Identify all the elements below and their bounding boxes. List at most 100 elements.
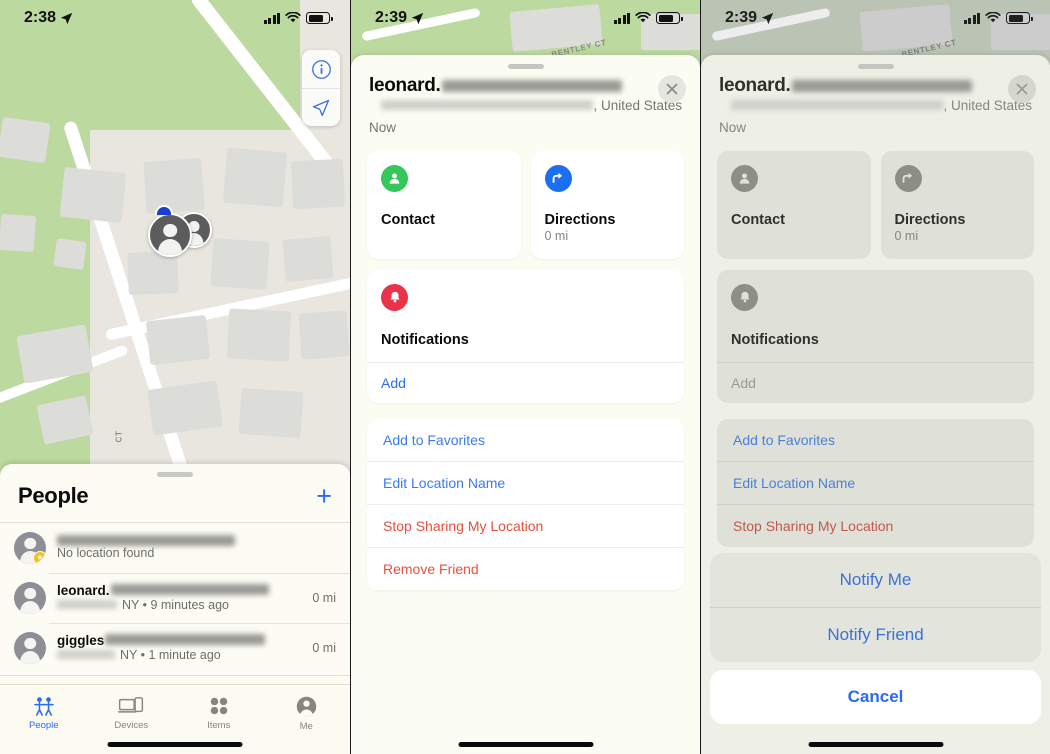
tab-label: Devices — [114, 720, 149, 731]
action-stop-sharing-my-location[interactable]: Stop Sharing My Location — [367, 503, 684, 547]
detail-address: , United States — [369, 98, 682, 113]
notifications-add-button[interactable]: Add — [367, 361, 684, 403]
three-panel-screenshot: CT 2:38 People + ★ No location found leo… — [0, 0, 1050, 754]
notifications-header: Notifications — [367, 270, 684, 362]
avatar — [14, 581, 46, 614]
detail-timestamp: Now — [719, 119, 747, 135]
panel-friend-detail: BENTLEY CT 2:39 leonard. , United States… — [350, 0, 700, 754]
list-item-subtitle: No location found — [57, 546, 155, 560]
action-list: Add to Favorites Edit Location Name Stop… — [367, 418, 684, 590]
list-item-body: leonard. NY • 9 minutes ago — [57, 583, 295, 612]
page-title: People — [18, 483, 89, 508]
redacted-email — [441, 79, 622, 92]
redacted-address — [731, 100, 944, 110]
map-controls — [302, 50, 340, 126]
detail-title: leonard. — [719, 75, 1032, 97]
tab-label: People — [28, 720, 59, 731]
close-icon — [666, 83, 678, 94]
add-person-button[interactable]: + — [316, 482, 332, 510]
people-sheet-header: People + — [0, 477, 350, 522]
directions-card: Directions 0 mi — [880, 150, 1034, 259]
action-sheet-options: Notify Me Notify Friend — [710, 553, 1041, 662]
notifications-card: Notifications Add — [367, 269, 684, 403]
detail-title-text: leonard. — [719, 74, 791, 96]
action-add-to-favorites[interactable]: Add to Favorites — [367, 419, 684, 461]
notify-me-button[interactable]: Notify Me — [710, 553, 1041, 607]
redacted-city — [57, 600, 117, 609]
action-remove-friend[interactable]: Remove Friend — [367, 546, 684, 590]
person-icon — [731, 164, 758, 192]
items-icon — [210, 697, 228, 715]
list-item-name-text: leonard. — [57, 583, 110, 598]
tab-people[interactable]: People — [0, 685, 88, 754]
close-button[interactable] — [658, 74, 686, 103]
detail-timestamp: Now — [369, 119, 397, 135]
list-item[interactable]: leonard. NY • 9 minutes ago 0 mi — [0, 572, 350, 623]
action-cards: Contact Directions 0 mi — [701, 135, 1050, 259]
tab-me[interactable]: Me — [263, 685, 351, 754]
avatar: ★ — [14, 531, 46, 564]
redacted-address — [381, 100, 594, 110]
list-item-distance: 0 mi — [312, 590, 336, 605]
list-item-subtitle-text: NY • 9 minutes ago — [122, 598, 229, 612]
card-title: Notifications — [381, 331, 469, 348]
directions-card[interactable]: Directions 0 mi — [530, 150, 684, 259]
list-item[interactable]: ★ No location found — [0, 523, 350, 573]
action-stop-sharing-my-location: Stop Sharing My Location — [717, 503, 1034, 547]
notifications-header: Notifications — [717, 270, 1034, 362]
action-cards: Contact Directions 0 mi — [351, 135, 700, 259]
action-edit-location-name[interactable]: Edit Location Name — [367, 460, 684, 504]
friend-detail-sheet[interactable]: leonard. , United States Now Contact Dir… — [351, 55, 700, 754]
list-item-name-text: giggles — [57, 633, 105, 648]
close-button — [1008, 74, 1036, 103]
tab-label: Me — [299, 720, 313, 732]
action-list: Add to Favorites Edit Location Name Stop… — [717, 418, 1034, 547]
map-info-button[interactable] — [302, 50, 340, 88]
contact-card[interactable]: Contact — [367, 150, 521, 259]
detail-title-text: leonard. — [369, 74, 441, 96]
action-edit-location-name: Edit Location Name — [717, 460, 1034, 504]
detail-header: leonard. , United States Now — [701, 69, 1050, 135]
panel-notify-action-sheet: BENTLEY CT 2:39 leonard. , United States… — [700, 0, 1050, 754]
list-item-name: leonard. — [57, 583, 295, 598]
notifications-add-button: Add — [717, 361, 1034, 403]
bell-icon — [381, 283, 408, 311]
notify-friend-button[interactable]: Notify Friend — [710, 607, 1041, 662]
bell-icon — [731, 283, 758, 311]
list-item-name — [57, 535, 319, 546]
redacted-name — [105, 634, 266, 645]
action-add-to-favorites: Add to Favorites — [733, 431, 835, 448]
redacted-email — [791, 79, 972, 92]
detail-address: , United States — [719, 98, 1032, 113]
card-subtitle: 0 mi — [894, 228, 919, 243]
list-item-body: giggles NY • 1 minute ago — [57, 633, 295, 662]
card-title: Notifications — [731, 331, 819, 348]
list-item-subtitle: NY • 1 minute ago — [57, 648, 295, 662]
detail-title: leonard. — [369, 75, 682, 97]
map-road-label: CT — [114, 430, 124, 443]
list-item-distance: 0 mi — [312, 640, 336, 655]
notify-action-sheet: Notify Me Notify Friend Cancel — [701, 553, 1050, 754]
redacted-city — [57, 650, 115, 659]
redacted-name — [110, 584, 269, 595]
map-locate-button[interactable] — [302, 88, 340, 126]
tab-label: Items — [207, 720, 231, 731]
people-icon — [33, 697, 54, 716]
person-icon — [381, 164, 408, 192]
map-avatar-pin-primary[interactable] — [148, 213, 192, 257]
card-title: Directions — [544, 211, 616, 228]
list-item-subtitle-text: NY • 1 minute ago — [120, 648, 221, 662]
devices-icon — [118, 697, 144, 713]
list-item[interactable]: giggles NY • 1 minute ago 0 mi — [0, 622, 350, 673]
info-circle-icon — [311, 59, 331, 79]
card-title: Contact — [731, 211, 785, 228]
card-title: Contact — [381, 211, 435, 228]
cancel-button[interactable]: Cancel — [710, 670, 1041, 724]
panel-map-people: CT 2:38 People + ★ No location found leo… — [0, 0, 350, 754]
home-indicator — [107, 742, 243, 747]
avatar — [14, 631, 46, 664]
home-indicator — [808, 742, 943, 747]
list-item-body: No location found — [57, 535, 319, 560]
favorite-star-icon: ★ — [33, 550, 46, 564]
directions-arrow-icon — [544, 164, 572, 192]
